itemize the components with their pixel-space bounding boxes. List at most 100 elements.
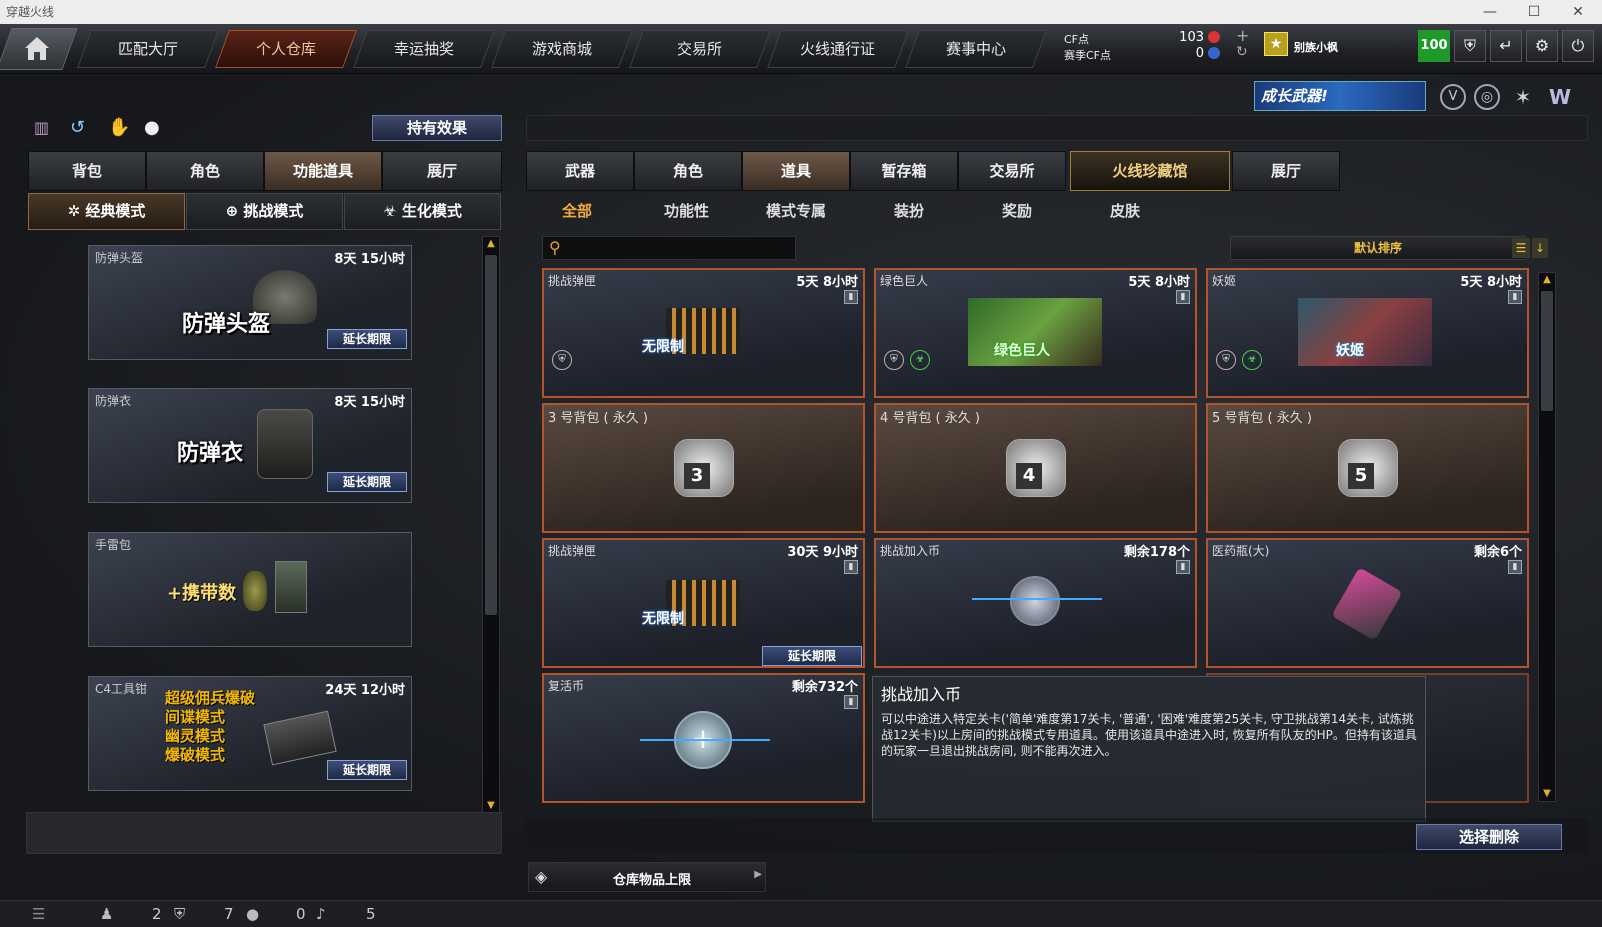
left-item-grenade-bag[interactable]: 手雷包 +携带数 xyxy=(88,532,412,647)
challenge-mode-icon: ⛨ xyxy=(884,350,904,370)
right-tab-showroom[interactable]: 展厅 xyxy=(1232,151,1340,191)
shield-icon[interactable]: ⛨ xyxy=(1454,30,1486,62)
globe-icon[interactable]: ◎ xyxy=(1474,84,1500,110)
trash-icon[interactable]: ▮ xyxy=(1176,560,1190,574)
mode-challenge[interactable]: ⊕ 挑战模式 xyxy=(186,193,343,230)
v-badge-icon[interactable]: V xyxy=(1440,84,1466,110)
scroll-down-icon[interactable]: ▼ xyxy=(483,799,499,813)
history-icon[interactable]: ↺ xyxy=(70,117,92,139)
trash-icon[interactable]: ▮ xyxy=(844,560,858,574)
right-tab-character[interactable]: 角色 xyxy=(634,151,742,191)
left-tab-functional-items[interactable]: 功能道具 xyxy=(264,151,382,191)
trash-icon[interactable]: ▮ xyxy=(1508,290,1522,304)
pulse-line xyxy=(640,739,770,741)
left-scrollbar[interactable]: ▲ ▼ xyxy=(482,236,500,814)
item-card[interactable]: 4 号背包 ( 永久 ) 4 xyxy=(874,403,1197,533)
subtab-skin[interactable]: 皮肤 xyxy=(1110,200,1140,221)
item-card[interactable]: 绿色巨人 5天 8小时 ▮ 绿色巨人 ⛨ ☣ xyxy=(874,268,1197,398)
subtab-outfit[interactable]: 装扮 xyxy=(894,200,924,221)
nav-tab-events[interactable]: 赛事中心 xyxy=(905,30,1047,68)
effects-button[interactable]: 持有效果 xyxy=(372,115,502,141)
left-item-vest[interactable]: 防弹衣 8天 15小时 防弹衣 延长期限 xyxy=(88,388,412,503)
nav-tab-warehouse[interactable]: 个人仓库 xyxy=(215,30,357,68)
right-tab-collection[interactable]: 火线珍藏馆 xyxy=(1070,151,1230,191)
extend-button[interactable]: 延长期限 xyxy=(327,329,407,349)
right-tab-exchange[interactable]: 交易所 xyxy=(958,151,1066,191)
friends-icon[interactable]: ♟ xyxy=(100,905,113,923)
chat-icon[interactable]: ● xyxy=(246,905,259,923)
left-item-helmet[interactable]: 防弹头盔 8天 15小时 防弹头盔 延长期限 xyxy=(88,245,412,360)
maximize-button[interactable]: ☐ xyxy=(1512,0,1556,24)
username[interactable]: 别族小枫 xyxy=(1294,39,1338,55)
nav-tab-lottery[interactable]: 幸运抽奖 xyxy=(353,30,495,68)
volume-icon[interactable]: ♪ xyxy=(316,905,326,923)
trash-icon[interactable]: ▮ xyxy=(1176,290,1190,304)
item-card[interactable]: 挑战弹匣 30天 9小时 ▮ 无限制 延长期限 xyxy=(542,538,865,668)
item-card[interactable]: 复活币 剩余732个 ▮ + xyxy=(542,673,865,803)
mode-classic[interactable]: ✲ 经典模式 xyxy=(28,193,185,230)
left-tab-showroom[interactable]: 展厅 xyxy=(382,151,502,191)
scroll-down-icon[interactable]: ▼ xyxy=(1539,787,1555,801)
gear-icon[interactable]: ⚙ xyxy=(1526,30,1558,62)
subtab-functional[interactable]: 功能性 xyxy=(664,200,709,221)
item-card[interactable]: 挑战弹匣 5天 8小时 ▮ 无限制 ⛨ xyxy=(542,268,865,398)
close-button[interactable]: ✕ xyxy=(1556,0,1600,24)
extend-button[interactable]: 延长期限 xyxy=(762,646,862,666)
item-card[interactable]: 医药瓶(大) 剩余6个 ▮ xyxy=(1206,538,1529,668)
trash-icon[interactable]: ▮ xyxy=(1508,560,1522,574)
scroll-up-icon[interactable]: ▲ xyxy=(483,237,499,251)
list-view-icon[interactable]: ☰ xyxy=(1512,238,1530,258)
level-badge[interactable]: 100 xyxy=(1418,30,1450,62)
mail-icon[interactable]: ⛨ xyxy=(174,905,185,923)
item-card[interactable]: 3 号背包 ( 永久 ) 3 xyxy=(542,403,865,533)
status-bar: ☰ ♟ 2 ⛨ 7 ● 0 ♪ 5 xyxy=(0,900,1602,927)
extend-button[interactable]: 延长期限 xyxy=(327,472,407,492)
character-icon[interactable]: ✋ xyxy=(108,117,130,139)
item-card[interactable]: 挑战加入币 剩余178个 ▮ xyxy=(874,538,1197,668)
sort-desc-icon[interactable]: ↓ xyxy=(1532,238,1548,258)
w-logo-icon[interactable]: W xyxy=(1546,84,1574,110)
nav-tab-match-hall[interactable]: 匹配大厅 xyxy=(77,30,219,68)
grenade-icon[interactable]: ● xyxy=(144,117,166,139)
tooltip-title: 挑战加入币 xyxy=(881,685,962,704)
right-scrollbar[interactable]: ▲ ▼ xyxy=(1538,272,1556,802)
menu-icon[interactable]: ☰ xyxy=(32,905,45,923)
item-card[interactable]: 5 号背包 ( 永久 ) 5 xyxy=(1206,403,1529,533)
claw-icon[interactable]: ✶ xyxy=(1510,84,1536,110)
capacity-bar[interactable]: ◈ 仓库物品上限 ▶ xyxy=(528,862,766,892)
right-tab-storage[interactable]: 暂存箱 xyxy=(850,151,958,191)
right-tab-weapons[interactable]: 武器 xyxy=(526,151,634,191)
scroll-thumb[interactable] xyxy=(485,255,497,615)
trash-icon[interactable]: ▮ xyxy=(844,695,858,709)
growth-weapon-banner[interactable]: 成长武器! xyxy=(1254,81,1426,111)
scroll-up-icon[interactable]: ▲ xyxy=(1539,273,1555,287)
scroll-thumb[interactable] xyxy=(1541,291,1553,411)
left-tab-bag[interactable]: 背包 xyxy=(28,151,146,191)
minimize-button[interactable]: — xyxy=(1468,0,1512,24)
return-icon[interactable]: ↵ xyxy=(1490,30,1522,62)
search-box[interactable]: ⚲ xyxy=(542,236,796,260)
subtab-reward[interactable]: 奖励 xyxy=(1002,200,1032,221)
recharge-plus-button[interactable]: + xyxy=(1236,26,1249,45)
subtab-mode-exclusive[interactable]: 模式专属 xyxy=(766,200,826,221)
ranking-icon[interactable]: ▥ xyxy=(34,118,56,140)
left-tab-character[interactable]: 角色 xyxy=(146,151,264,191)
biohazard-icon: ☣ xyxy=(910,350,930,370)
nav-tab-pass[interactable]: 火线通行证 xyxy=(767,30,909,68)
extend-button[interactable]: 延长期限 xyxy=(327,760,407,780)
expand-arrow-icon[interactable]: ▶ xyxy=(754,869,762,880)
nav-tab-exchange[interactable]: 交易所 xyxy=(629,30,771,68)
sort-dropdown[interactable]: 默认排序 xyxy=(1230,236,1526,260)
mode-biochem[interactable]: ☣ 生化模式 xyxy=(344,193,501,230)
right-tab-items[interactable]: 道具 xyxy=(742,151,850,191)
nav-tab-shop[interactable]: 游戏商城 xyxy=(491,30,633,68)
search-input[interactable] xyxy=(569,239,791,257)
trash-icon[interactable]: ▮ xyxy=(844,290,858,304)
left-item-c4-pliers[interactable]: C4工具钳 24天 12小时 超级佣兵爆破 间谍模式 幽灵模式 爆破模式 延长期限 xyxy=(88,676,412,791)
refresh-icon[interactable]: ↻ xyxy=(1236,44,1248,60)
power-icon[interactable]: ⏻ xyxy=(1562,30,1594,62)
subtab-all[interactable]: 全部 xyxy=(562,200,592,221)
left-footer xyxy=(26,812,502,854)
select-delete-button[interactable]: 选择删除 xyxy=(1416,824,1562,850)
item-card[interactable]: 妖姬 5天 8小时 ▮ 妖姬 ⛨ ☣ xyxy=(1206,268,1529,398)
